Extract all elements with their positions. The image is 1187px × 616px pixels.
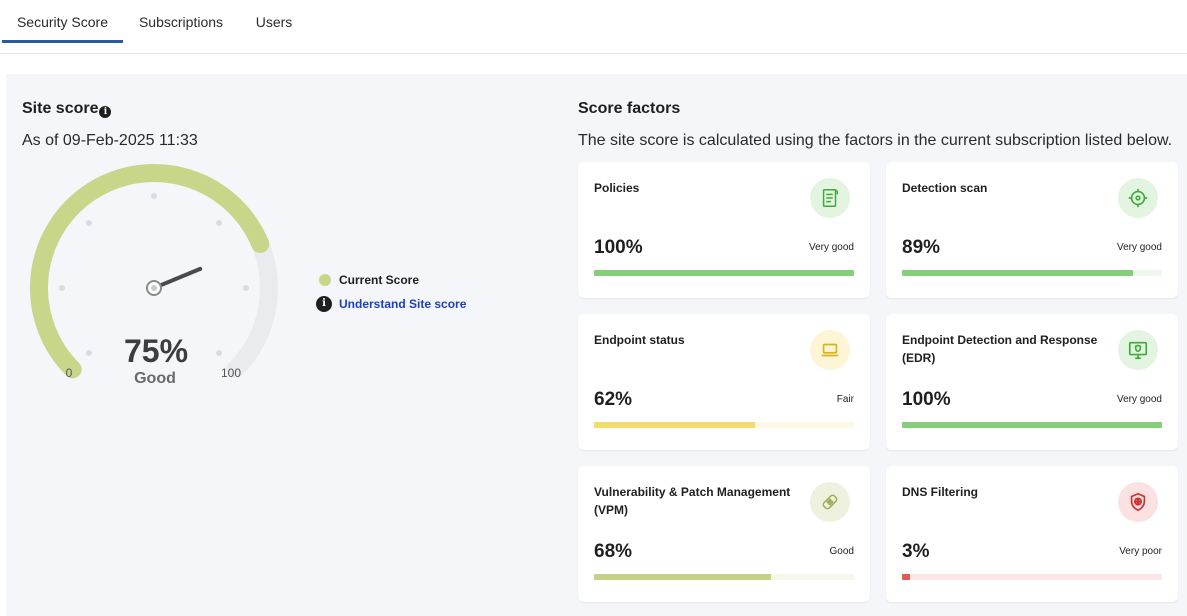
factor-progress-bar [902, 574, 1162, 580]
gauge-tick [85, 350, 92, 357]
factor-title: Detection scan [902, 181, 988, 195]
info-icon: i [316, 296, 332, 312]
factor-rating: Very good [808, 242, 854, 253]
gauge-needle [159, 266, 203, 287]
tab-security-score[interactable]: Security Score [2, 0, 123, 43]
patch-icon [810, 482, 850, 522]
crosshair-icon [1118, 178, 1158, 218]
factor-card-vpm[interactable]: Vulnerability & Patch Management (VPM) 6… [578, 466, 870, 602]
tab-bar: Security Score Subscriptions Users [0, 0, 1187, 54]
score-factors-title: Score factors [578, 100, 681, 117]
score-timestamp: As of 09-Feb-2025 11:33 [22, 132, 198, 149]
factor-progress-fill [594, 574, 771, 580]
factor-progress-fill [594, 270, 854, 276]
factor-title: Policies [594, 181, 640, 195]
factor-progress-fill [902, 574, 910, 580]
gauge-legend: Current Score i Understand Site score [316, 268, 466, 316]
gauge-tick [216, 219, 223, 226]
gauge-max-label: 100 [221, 366, 241, 380]
site-score-heading: Site score i [22, 100, 112, 118]
factor-title: Endpoint Detection and Response (EDR) [902, 333, 1098, 365]
gauge-score-value: 75% [124, 333, 188, 369]
gauge-tick [216, 350, 223, 357]
factor-title: Endpoint status [594, 333, 685, 347]
gauge-min-label: 0 [66, 366, 73, 380]
factor-value: 3% [902, 541, 930, 562]
factor-progress-bar [594, 270, 854, 276]
factor-title: DNS Filtering [902, 485, 979, 499]
policy-document-icon [810, 178, 850, 218]
factor-value: 100% [902, 389, 951, 410]
legend-current-label: Current Score [339, 273, 420, 287]
site-score-gauge: 75% Good 0 100 [30, 164, 278, 387]
site-score-title: Site score [22, 100, 99, 117]
monitor-shield-icon [1118, 330, 1158, 370]
factor-card-edr[interactable]: Endpoint Detection and Response (EDR) 10… [886, 314, 1178, 450]
factor-card-endpoint-status[interactable]: Endpoint status 62% Fair [578, 314, 870, 450]
factor-value: 68% [594, 541, 633, 562]
factor-progress-bar [594, 422, 854, 428]
factor-value: 62% [594, 389, 633, 410]
factor-title: Vulnerability & Patch Management (VPM) [594, 485, 791, 517]
gauge-tick [151, 193, 157, 199]
gauge-tick [243, 285, 249, 291]
tab-users[interactable]: Users [248, 0, 300, 43]
gauge-tick [59, 285, 65, 291]
factor-progress-bar [902, 270, 1162, 276]
factor-rating: Very poor [1119, 546, 1162, 557]
factor-progress-bar [594, 574, 854, 580]
factor-rating: Fair [836, 394, 854, 405]
factor-card-detection-scan[interactable]: Detection scan 89% Very good [886, 162, 1178, 298]
gauge-pivot-center [151, 285, 157, 291]
legend-understand[interactable]: i Understand Site score [316, 292, 466, 316]
laptop-icon [810, 330, 850, 370]
factor-progress-bar [902, 422, 1162, 428]
factor-card-policies[interactable]: Policies 100% Very good [578, 162, 870, 298]
shield-web-icon [1118, 482, 1158, 522]
tab-subscriptions[interactable]: Subscriptions [128, 0, 234, 43]
info-icon[interactable]: i [99, 106, 112, 118]
gauge-tick [85, 219, 92, 226]
factor-card-dns-filtering[interactable]: DNS Filtering 3% Very poor [886, 466, 1178, 602]
current-score-swatch [319, 274, 331, 286]
factor-rating: Good [829, 546, 854, 557]
factor-rating: Very good [1116, 242, 1162, 253]
factor-value: 89% [902, 237, 941, 258]
factor-progress-fill [902, 270, 1134, 276]
factor-progress-fill [594, 422, 756, 428]
gauge-ticks [59, 193, 249, 357]
score-factors-description: The site score is calculated using the f… [578, 132, 1173, 149]
gauge-score-label: Good [134, 370, 176, 387]
factor-value: 100% [594, 237, 643, 258]
legend-current-score: Current Score [316, 268, 466, 292]
understand-site-score-link[interactable]: Understand Site score [339, 297, 466, 311]
factor-rating: Very good [1116, 394, 1162, 405]
factor-progress-fill [902, 422, 1162, 428]
